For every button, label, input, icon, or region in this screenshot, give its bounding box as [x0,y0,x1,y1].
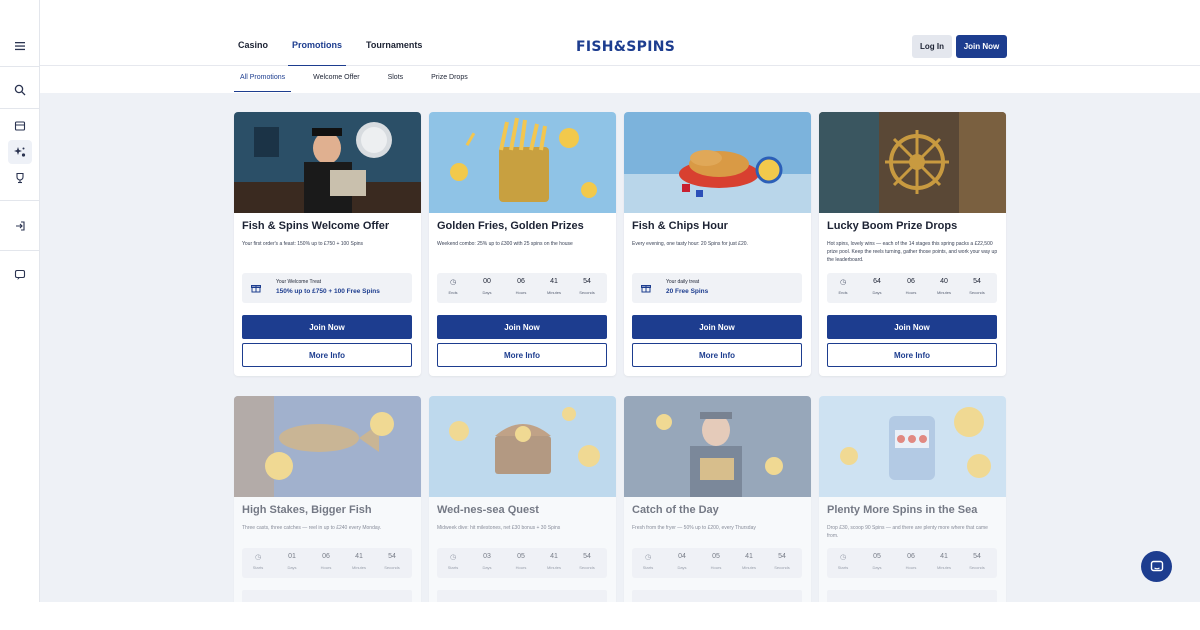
promo-title: Wed-nes-sea Quest [437,504,539,516]
promo-card: Fish & Chips Hour Every evening, one tas… [624,112,811,376]
join-now-button[interactable]: Join Now [242,315,412,339]
promo-description: Weekend combo: 25% up to £300 with 25 sp… [437,241,573,247]
offer-label: Your daily treat [666,279,700,285]
promo-card: High Stakes, Bigger Fish Three casts, th… [234,396,421,630]
promo-card: Fish & Spins Welcome Offer Your first or… [234,112,421,376]
nav-tournaments[interactable]: Tournaments [366,40,422,66]
promo-card: Wed-nes-sea Quest Midweek dive: hit mile… [429,396,616,630]
more-info-button[interactable]: More Info [242,343,412,367]
promo-card: Golden Fries, Golden Prizes Weekend comb… [429,112,616,376]
top-header: Casino Promotions Tournaments FISH&SPINS… [40,0,1200,67]
main-nav: Casino Promotions Tournaments [238,40,446,67]
promo-image [234,112,421,213]
promo-image [234,396,421,497]
promo-title: Fish & Chips Hour [632,220,728,232]
more-info-button[interactable]: More Info [437,343,607,367]
promo-description: Three casts, three catches — reel in up … [242,525,382,531]
login-button[interactable]: Log In [912,35,952,58]
offer-label: Your Welcome Treat [276,279,322,285]
offer-value: 150% up to £750 + 100 Free Spins [276,288,380,295]
promo-description: Fresh from the fryer — 50% up to £200, e… [632,525,756,531]
countdown-timer: ◷ Ends 00 Days 06 Hours 41 Minutes 54 Seconds [437,273,607,303]
promo-description: Every evening, one tasty hour: 20 Spins … [632,241,748,247]
countdown-timer: ◷ Ends 64 Days 06 Hours 40 Minutes 54 Seconds [827,273,997,303]
promo-card: Catch of the Day Fresh from the fryer — … [624,396,811,630]
promo-image [429,396,616,497]
menu-icon[interactable] [8,34,32,58]
clock-icon: ◷ [449,554,457,561]
promo-title: High Stakes, Bigger Fish [242,504,372,516]
promotion-filter-bar: All Promotions Welcome Offer Slots Prize… [40,66,1200,93]
left-rail [0,0,40,602]
promo-image [624,112,811,213]
join-now-button[interactable]: Join Now [437,315,607,339]
promotions-icon[interactable] [8,140,32,164]
promo-image [819,396,1006,497]
promo-card: Plenty More Spins in the Sea Drop £30, s… [819,396,1006,630]
signin-icon[interactable] [8,214,32,238]
promo-image [429,112,616,213]
casino-icon[interactable] [8,114,32,138]
countdown-timer: ◷ Starts 01 Days 06 Hours 41 Minutes 54 Secon… [242,548,412,578]
clock-icon: ◷ [839,554,847,561]
clock-icon: ◷ [254,554,262,561]
search-icon[interactable] [8,78,32,102]
promo-description: Midweek dive: hit milestones, net £30 bo… [437,525,561,531]
promo-title: Fish & Spins Welcome Offer [242,220,390,232]
nav-casino[interactable]: Casino [238,40,268,66]
offer-value: 20 Free Spins [666,288,709,295]
live-chat-button[interactable] [1141,551,1172,582]
clock-icon: ◷ [839,279,847,286]
clock-icon: ◷ [449,279,457,286]
countdown-timer: ◷ Starts 03 Days 05 Hours 41 Minutes 54 Secon… [437,548,607,578]
promo-description: Your first order's a feast: 150% up to £… [242,241,363,247]
countdown-timer: ◷ Starts 05 Days 06 Hours 41 Minutes 54 Secon… [827,548,997,578]
gift-icon [251,283,261,295]
join-now-button[interactable]: Join Now [827,315,997,339]
promo-card: Lucky Boom Prize Drops Hot spins, lovely… [819,112,1006,376]
gift-icon [641,283,651,295]
tab-all-promotions[interactable]: All Promotions [234,74,292,92]
join-now-button[interactable]: Join Now [956,35,1007,58]
countdown-timer: ◷ Starts 04 Days 05 Hours 41 Minutes 54 Secon… [632,548,802,578]
trophy-icon[interactable] [8,166,32,190]
promo-description: Drop £30, scoop 90 Spins — and there are… [827,525,988,539]
promo-description: Hot spins, lovely wins — each of the 14 … [827,241,998,263]
tab-welcome-offer[interactable]: Welcome Offer [307,74,365,92]
more-info-button[interactable]: More Info [827,343,997,367]
promo-image [819,112,1006,213]
chat-bubble-icon [1150,560,1163,571]
promo-image [624,396,811,497]
promo-title: Golden Fries, Golden Prizes [437,220,584,232]
tab-slots[interactable]: Slots [382,74,410,92]
promo-title: Lucky Boom Prize Drops [827,220,958,232]
chat-icon[interactable] [8,263,32,287]
join-now-button[interactable]: Join Now [632,315,802,339]
more-info-button[interactable]: More Info [632,343,802,367]
promo-title: Plenty More Spins in the Sea [827,504,978,516]
offer-box: Your Welcome Treat 150% up to £750 + 100… [242,273,412,303]
tab-prize-drops[interactable]: Prize Drops [425,74,474,92]
brand-logo[interactable]: FISH&SPINS [576,39,675,55]
clock-icon: ◷ [644,554,652,561]
nav-promotions[interactable]: Promotions [288,40,347,67]
bottom-bar [0,602,1200,630]
offer-box: Your daily treat 20 Free Spins [632,273,802,303]
promo-title: Catch of the Day [632,504,719,516]
